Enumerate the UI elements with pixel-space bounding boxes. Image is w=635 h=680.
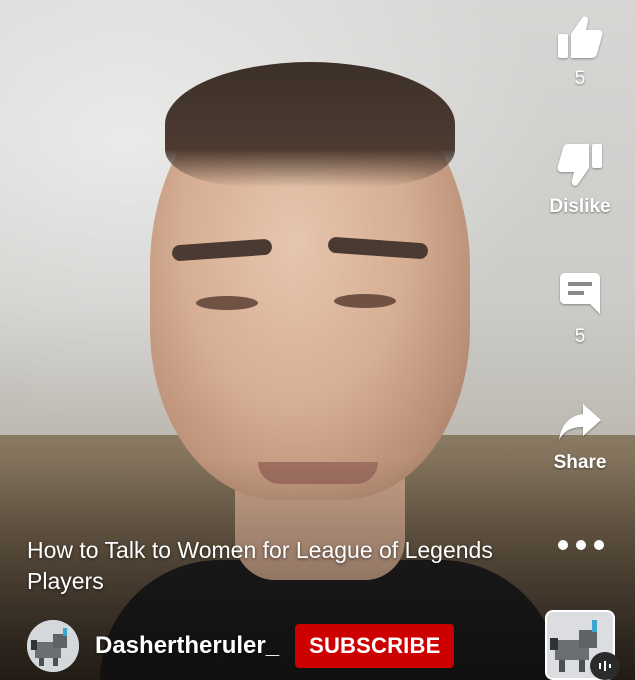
channel-avatar[interactable]: [27, 620, 79, 672]
subscribe-button[interactable]: SUBSCRIBE: [295, 624, 455, 668]
share-arrow-icon: [559, 404, 601, 440]
comment-icon: [560, 273, 600, 314]
music-note-icon: [590, 652, 620, 680]
thumbs-down-icon: [557, 144, 602, 186]
dislike-button[interactable]: Dislike: [535, 142, 625, 218]
more-dot: [594, 540, 604, 550]
share-button[interactable]: Share: [535, 400, 625, 474]
comment-count: 5: [574, 326, 586, 347]
more-options-icon[interactable]: [558, 535, 604, 555]
more-dot: [576, 540, 586, 550]
more-dot: [558, 540, 568, 550]
share-label: Share: [553, 452, 607, 473]
video-title: How to Talk to Women for League of Legen…: [27, 537, 493, 594]
shorts-player[interactable]: 5 Dislike 5 Share How to Talk to Women f…: [0, 0, 635, 680]
channel-name[interactable]: Dashertheruler_: [95, 632, 279, 660]
dislike-label: Dislike: [549, 196, 611, 217]
video-eye-right: [334, 294, 396, 308]
like-button[interactable]: 5: [535, 14, 625, 90]
unicorn-avatar-icon: [27, 620, 79, 672]
thumbs-up-icon: [558, 16, 603, 58]
like-count: 5: [574, 68, 586, 89]
video-hair: [165, 62, 455, 187]
video-eye-left: [196, 296, 258, 310]
comments-button[interactable]: 5: [535, 270, 625, 348]
channel-row: Dashertheruler_ SUBSCRIBE: [27, 620, 455, 672]
